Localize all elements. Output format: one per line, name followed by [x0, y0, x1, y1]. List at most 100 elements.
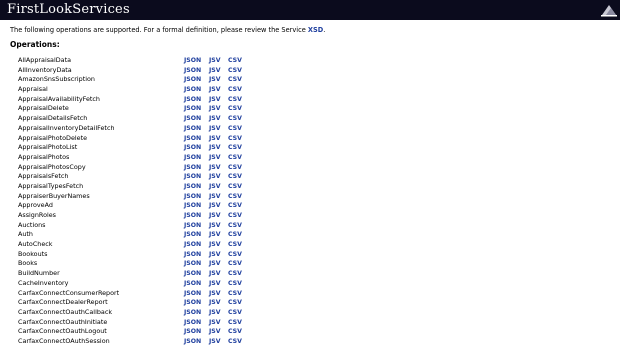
operation-jsv-link[interactable]: JSV [209, 182, 221, 192]
operation-jsv-link[interactable]: JSV [209, 337, 221, 347]
operation-name: CarfaxConnectOauthLogout [18, 327, 107, 336]
operation-jsv-link[interactable]: JSV [209, 56, 221, 66]
operation-csv-link[interactable]: CSV [228, 308, 242, 318]
operation-json-link[interactable]: JSON [184, 192, 201, 202]
operation-jsv-link[interactable]: JSV [209, 85, 221, 95]
operation-jsv-link[interactable]: JSV [209, 308, 221, 318]
operation-json-link[interactable]: JSON [184, 240, 201, 250]
operation-json-link[interactable]: JSON [184, 104, 201, 114]
operation-json-link[interactable]: JSON [184, 143, 201, 153]
operation-jsv-link[interactable]: JSV [209, 250, 221, 260]
operation-csv-link[interactable]: CSV [228, 211, 242, 221]
operation-json-link[interactable]: JSON [184, 153, 201, 163]
operation-csv-link[interactable]: CSV [228, 95, 242, 105]
operation-json-link[interactable]: JSON [184, 75, 201, 85]
operation-jsv-link[interactable]: JSV [209, 298, 221, 308]
operation-csv-link[interactable]: CSV [228, 56, 242, 66]
operation-name: AppraiserBuyerNames [18, 191, 90, 200]
operation-csv-link[interactable]: CSV [228, 327, 242, 337]
operation-json-link[interactable]: JSON [184, 230, 201, 240]
operation-jsv-link[interactable]: JSV [209, 143, 221, 153]
operation-csv-link[interactable]: CSV [228, 269, 242, 279]
operation-name: AssignRoles [18, 211, 57, 219]
operation-csv-link[interactable]: CSV [228, 153, 242, 163]
operation-jsv-link[interactable]: JSV [209, 230, 221, 240]
operation-csv-link[interactable]: CSV [228, 240, 242, 250]
service-title: FirstLookServices [7, 2, 130, 17]
xsd-link[interactable]: XSD [308, 26, 323, 34]
operation-jsv-link[interactable]: JSV [209, 259, 221, 269]
operation-jsv-link[interactable]: JSV [209, 172, 221, 182]
operation-json-link[interactable]: JSON [184, 337, 201, 347]
operation-csv-link[interactable]: CSV [228, 66, 242, 76]
operation-csv-link[interactable]: CSV [228, 172, 242, 182]
operation-jsv-link[interactable]: JSV [209, 66, 221, 76]
operation-json-link[interactable]: JSON [184, 56, 201, 66]
operation-csv-link[interactable]: CSV [228, 124, 242, 134]
operation-jsv-link[interactable]: JSV [209, 104, 221, 114]
operation-name: AppraisalsFetch [18, 172, 69, 181]
operation-csv-link[interactable]: CSV [228, 337, 242, 347]
operation-name: AppraisalInventoryDetailFetch [18, 123, 115, 132]
operation-csv-link[interactable]: CSV [228, 134, 242, 144]
operation-jsv-link[interactable]: JSV [209, 192, 221, 202]
operation-csv-link[interactable]: CSV [228, 259, 242, 269]
operation-json-link[interactable]: JSON [184, 124, 201, 134]
operation-json-link[interactable]: JSON [184, 269, 201, 279]
operation-json-link[interactable]: JSON [184, 289, 201, 299]
operations-heading: Operations: [10, 40, 60, 49]
operation-json-link[interactable]: JSON [184, 298, 201, 308]
operation-jsv-link[interactable]: JSV [209, 289, 221, 299]
operation-json-link[interactable]: JSON [184, 308, 201, 318]
operation-json-link[interactable]: JSON [184, 279, 201, 289]
operation-csv-link[interactable]: CSV [228, 192, 242, 202]
operation-jsv-link[interactable]: JSV [209, 211, 221, 221]
operation-json-link[interactable]: JSON [184, 259, 201, 269]
operation-csv-link[interactable]: CSV [228, 163, 242, 173]
operation-csv-link[interactable]: CSV [228, 279, 242, 289]
operation-csv-link[interactable]: CSV [228, 298, 242, 308]
operation-jsv-link[interactable]: JSV [209, 134, 221, 144]
operation-json-link[interactable]: JSON [184, 66, 201, 76]
operation-jsv-link[interactable]: JSV [209, 114, 221, 124]
operation-name: Bookouts [18, 249, 48, 258]
operation-jsv-link[interactable]: JSV [209, 240, 221, 250]
operation-json-link[interactable]: JSON [184, 163, 201, 173]
operation-json-link[interactable]: JSON [184, 201, 201, 211]
operation-csv-link[interactable]: CSV [228, 75, 242, 85]
operation-jsv-link[interactable]: JSV [209, 327, 221, 337]
operation-json-link[interactable]: JSON [184, 95, 201, 105]
operation-csv-link[interactable]: CSV [228, 104, 242, 114]
operation-json-link[interactable]: JSON [184, 327, 201, 337]
operation-json-link[interactable]: JSON [184, 85, 201, 95]
operation-json-link[interactable]: JSON [184, 250, 201, 260]
operation-csv-link[interactable]: CSV [228, 250, 242, 260]
operation-json-link[interactable]: JSON [184, 172, 201, 182]
operation-json-link[interactable]: JSON [184, 134, 201, 144]
operation-jsv-link[interactable]: JSV [209, 201, 221, 211]
operation-jsv-link[interactable]: JSV [209, 279, 221, 289]
operation-json-link[interactable]: JSON [184, 182, 201, 192]
operation-csv-link[interactable]: CSV [228, 143, 242, 153]
operation-json-link[interactable]: JSON [184, 211, 201, 221]
operation-csv-link[interactable]: CSV [228, 289, 242, 299]
operation-jsv-link[interactable]: JSV [209, 163, 221, 173]
operation-csv-link[interactable]: CSV [228, 221, 242, 231]
operation-jsv-link[interactable]: JSV [209, 124, 221, 134]
operation-json-link[interactable]: JSON [184, 114, 201, 124]
operation-jsv-link[interactable]: JSV [209, 75, 221, 85]
operation-csv-link[interactable]: CSV [228, 114, 242, 124]
operation-csv-link[interactable]: CSV [228, 182, 242, 192]
operation-csv-link[interactable]: CSV [228, 230, 242, 240]
operation-jsv-link[interactable]: JSV [209, 153, 221, 163]
operation-name: CarfaxConnectDealerReport [18, 298, 108, 307]
operation-csv-link[interactable]: CSV [228, 318, 242, 328]
operation-json-link[interactable]: JSON [184, 318, 201, 328]
operation-csv-link[interactable]: CSV [228, 85, 242, 95]
operation-jsv-link[interactable]: JSV [209, 95, 221, 105]
operation-csv-link[interactable]: CSV [228, 201, 242, 211]
operation-jsv-link[interactable]: JSV [209, 269, 221, 279]
operation-jsv-link[interactable]: JSV [209, 221, 221, 231]
operation-json-link[interactable]: JSON [184, 221, 201, 231]
operation-jsv-link[interactable]: JSV [209, 318, 221, 328]
